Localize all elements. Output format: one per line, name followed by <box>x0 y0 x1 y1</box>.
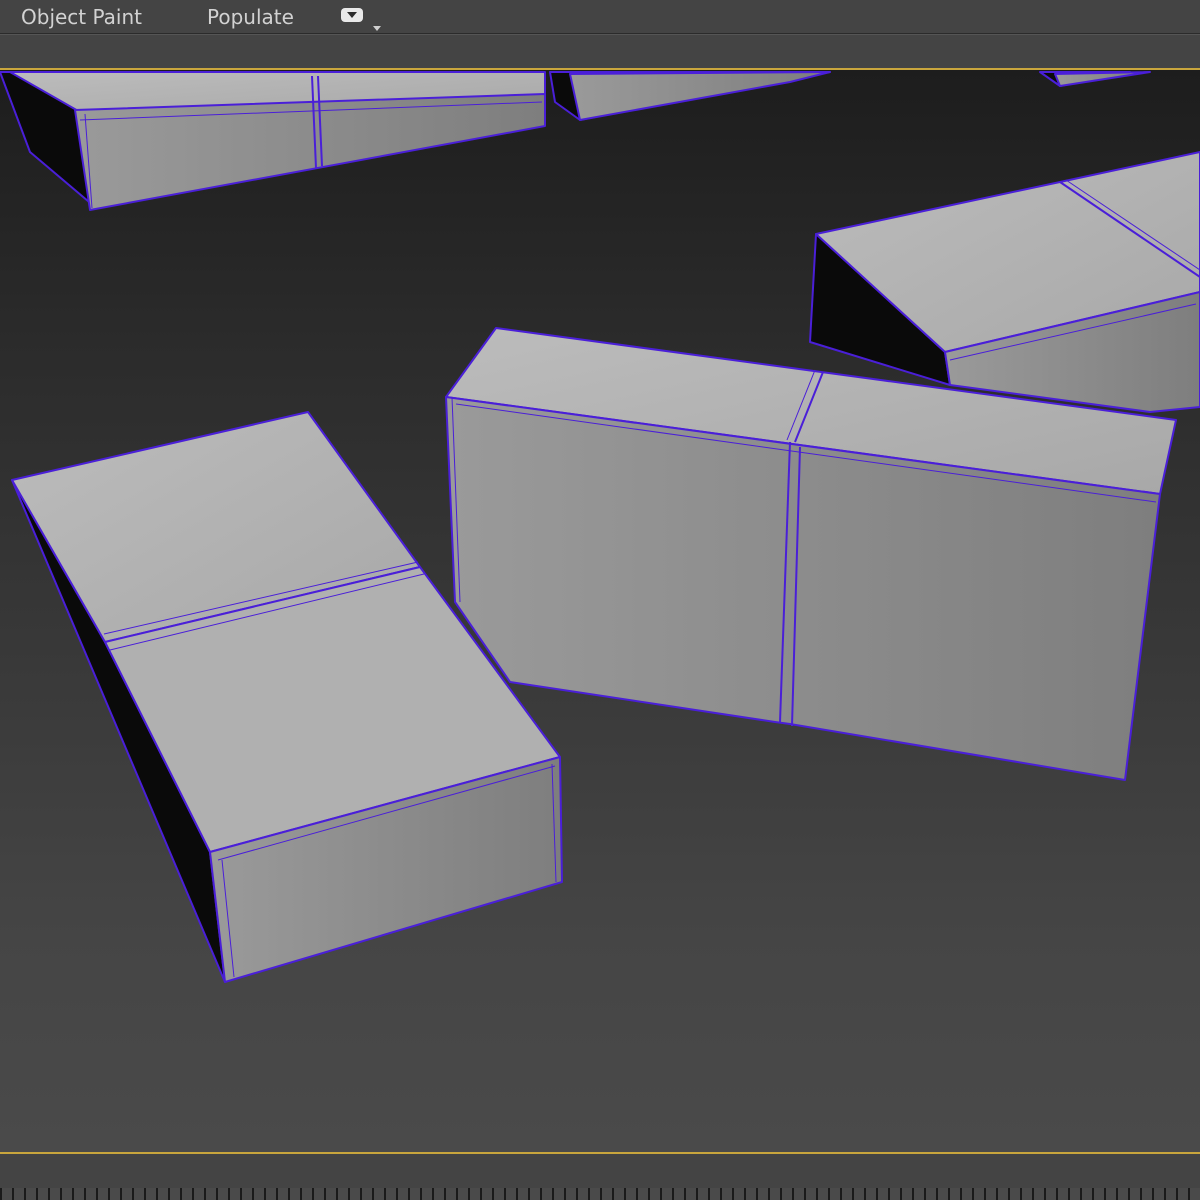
perspective-viewport[interactable] <box>0 68 1200 1154</box>
extras-dropdown[interactable] <box>341 8 383 31</box>
time-slider-track[interactable] <box>0 1188 1200 1200</box>
brick-right-far <box>809 151 1200 413</box>
ribbon-panel <box>0 34 1200 69</box>
speech-bubble-icon <box>341 8 363 22</box>
menu-object-paint[interactable]: Object Paint <box>21 4 142 30</box>
brick-top-center <box>549 71 1151 121</box>
timeline-panel <box>0 1154 1200 1200</box>
menu-bar: Object Paint Populate <box>0 0 1200 34</box>
menu-populate[interactable]: Populate <box>207 4 294 30</box>
viewport-scene <box>0 71 1200 983</box>
brick-top-left <box>0 71 546 211</box>
